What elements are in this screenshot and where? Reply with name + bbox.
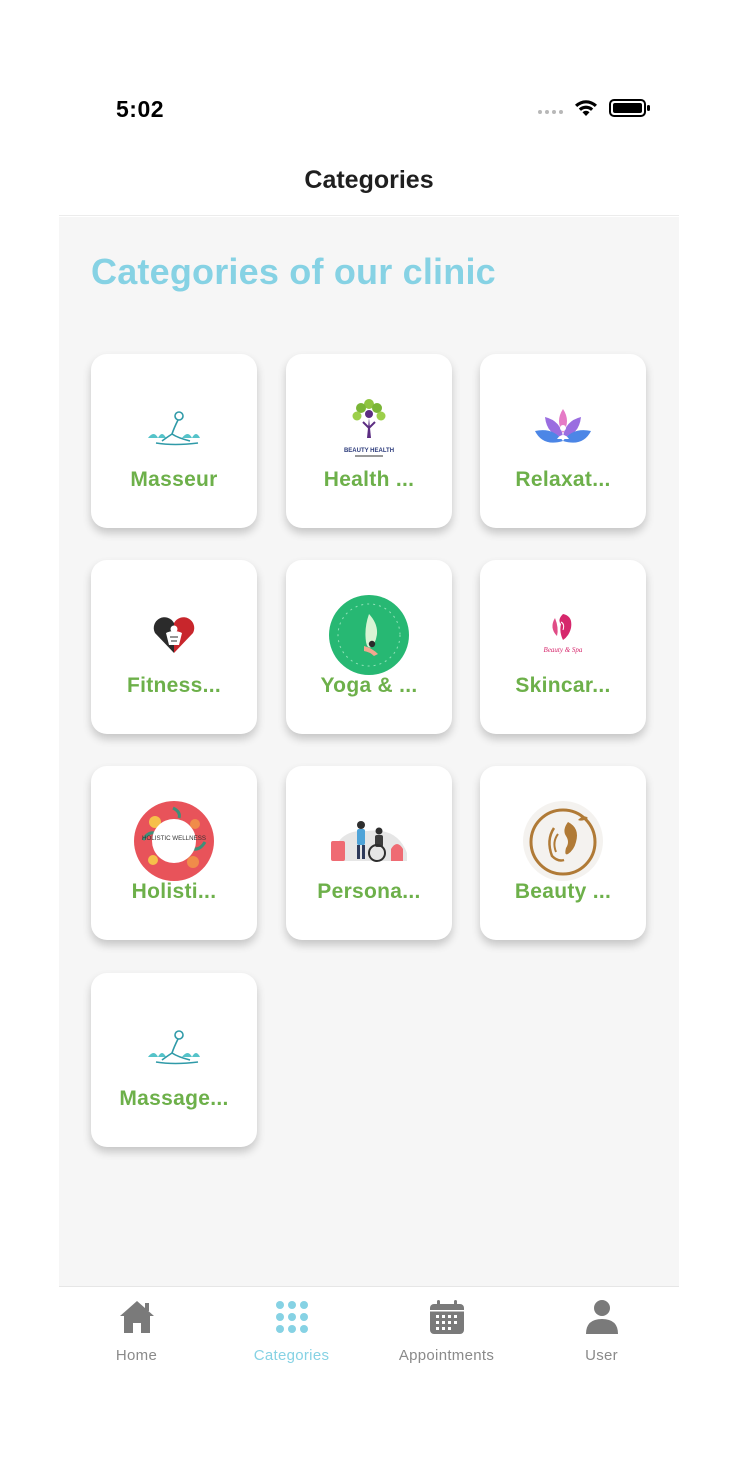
categories-content[interactable]: Categories of our clinic Masseur BEAUTY … (59, 217, 679, 1286)
category-card-holistic[interactable]: HOLISTIC WELLNESS Holisti... (91, 766, 257, 940)
beauty-health-logo-icon: BEAUTY HEALTH (286, 388, 452, 470)
category-label: Persona... (317, 880, 421, 903)
tab-appointments[interactable]: Appointments (369, 1287, 524, 1377)
tab-label: User (585, 1347, 618, 1364)
tab-label: Categories (253, 1347, 330, 1364)
category-label: Beauty ... (514, 880, 612, 903)
category-label: Skincar... (515, 674, 611, 697)
category-card-beauty[interactable]: Beauty ... (480, 766, 646, 940)
navigation-header: Categories (59, 150, 679, 216)
category-card-massage[interactable]: Massage... (91, 973, 257, 1147)
categories-heading: Categories of our clinic (91, 251, 496, 292)
fitness-heart-logo-icon (91, 594, 257, 676)
category-label: Massage... (119, 1087, 229, 1110)
grid-icon (214, 1297, 369, 1337)
category-card-fitness[interactable]: Fitness... (91, 560, 257, 734)
calendar-icon (369, 1297, 524, 1337)
cellular-signal-icon (538, 110, 563, 114)
tab-label: Appointments (398, 1347, 495, 1364)
tab-home[interactable]: Home (59, 1287, 214, 1377)
category-card-skincare[interactable]: Beauty & Spa Skincar... (480, 560, 646, 734)
bottom-tab-bar: Home Categories Appointments User (59, 1286, 679, 1376)
beauty-spa-logo-text: Beauty & Spa (544, 646, 583, 654)
category-card-yoga[interactable]: Yoga & ... (286, 560, 452, 734)
battery-icon (609, 99, 650, 117)
category-label: Masseur (130, 468, 218, 491)
status-time: 5:02 (116, 96, 165, 122)
tab-user[interactable]: User (524, 1287, 679, 1377)
status-icons (538, 98, 651, 118)
status-bar: 5:02 (59, 84, 679, 138)
category-card-health[interactable]: BEAUTY HEALTH Health ... (286, 354, 452, 528)
beauty-face-logo-icon (480, 800, 646, 882)
lotus-logo-icon (480, 388, 646, 470)
category-label: Relaxat... (515, 468, 611, 491)
category-label: Health ... (323, 468, 415, 491)
category-label: Yoga & ... (320, 674, 418, 697)
tab-categories[interactable]: Categories (214, 1287, 369, 1377)
yoga-logo-icon (286, 594, 452, 676)
category-card-masseur[interactable]: Masseur (91, 354, 257, 528)
home-icon (59, 1297, 214, 1337)
category-card-relaxation[interactable]: Relaxat... (480, 354, 646, 528)
wifi-icon (575, 100, 597, 116)
user-icon (524, 1297, 679, 1337)
holistic-wellness-logo-icon: HOLISTIC WELLNESS (91, 800, 257, 882)
category-card-personal[interactable]: Persona... (286, 766, 452, 940)
personal-care-illustration-icon (286, 800, 452, 882)
category-label: Holisti... (131, 880, 217, 903)
page-title: Categories (304, 166, 434, 194)
beauty-health-logo-text: BEAUTY HEALTH (344, 448, 394, 454)
beauty-spa-logo-icon: Beauty & Spa (480, 594, 646, 676)
massage-logo-icon (91, 1007, 257, 1089)
holistic-logo-text: HOLISTIC WELLNESS (142, 835, 206, 842)
tab-label: Home (115, 1347, 158, 1364)
masseur-logo-icon (91, 388, 257, 470)
category-label: Fitness... (126, 674, 222, 697)
